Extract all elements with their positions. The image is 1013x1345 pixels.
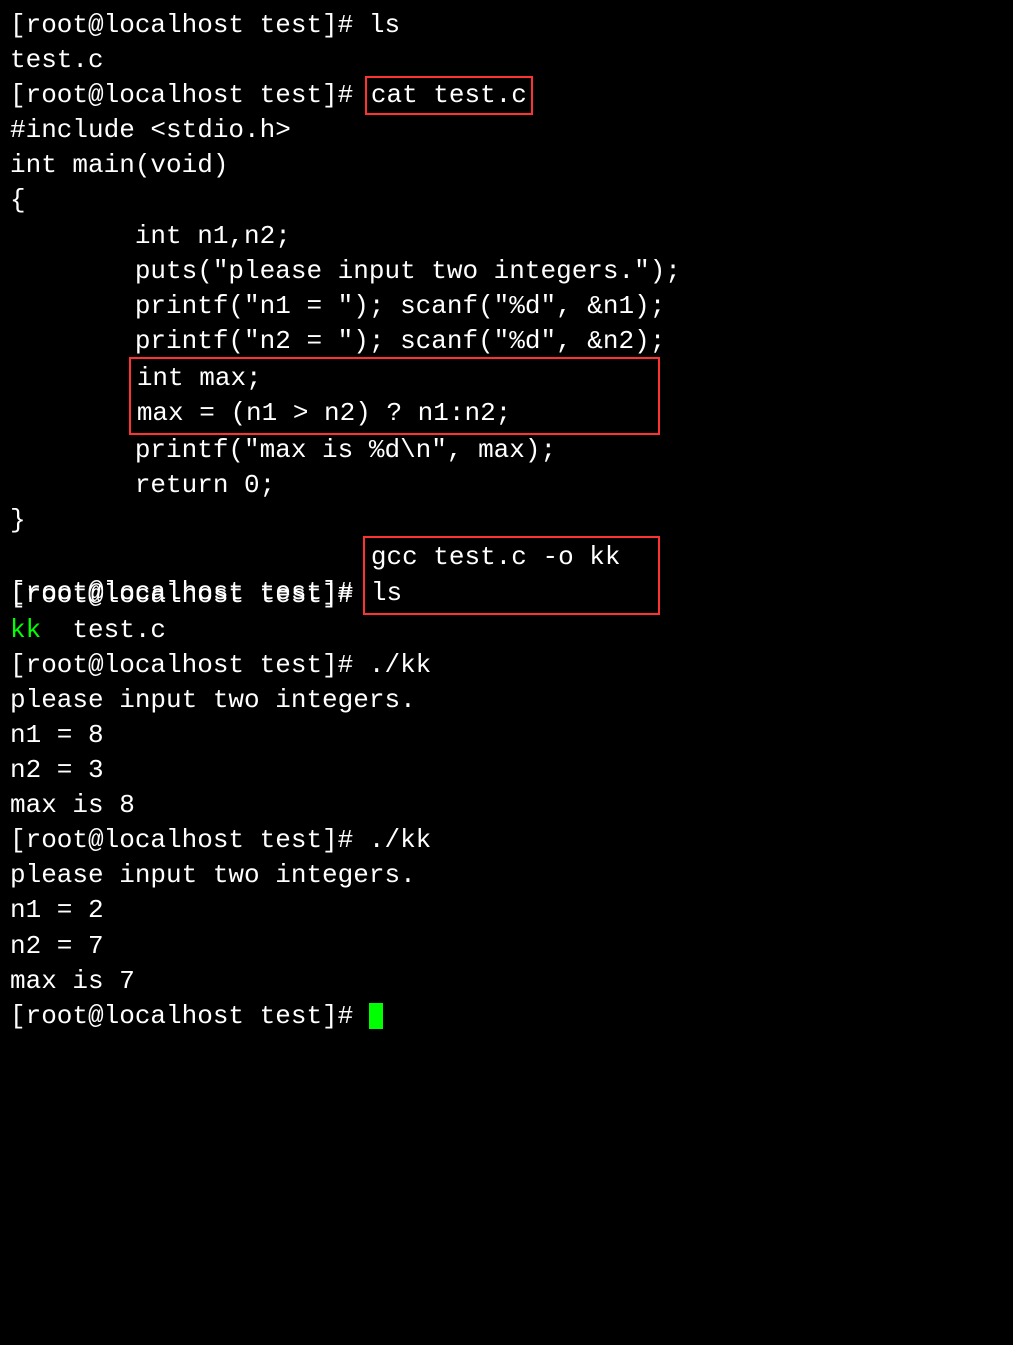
- code-line: puts("please input two integers.");: [10, 254, 1003, 289]
- command-ls: ls: [369, 10, 400, 40]
- terminal-output: [root@localhost test]# ls test.c [root@l…: [10, 8, 1003, 1034]
- code-line: {: [10, 183, 1003, 218]
- code-line: int n1,n2;: [10, 219, 1003, 254]
- shell-prompt: [root@localhost test]#: [10, 10, 369, 40]
- highlight-box: gcc test.c -o kk ls: [363, 536, 660, 614]
- output-line: please input two integers.: [10, 683, 1003, 718]
- code-fragment: max = (n1 > n2) ? n1:n2;: [137, 398, 511, 428]
- code-line: printf("n2 = "); scanf("%d", &n2);: [10, 324, 1003, 359]
- code-line: printf("n1 = "); scanf("%d", &n1);: [10, 289, 1003, 324]
- command-run: ./kk: [369, 825, 431, 855]
- code-fragment: int max;: [137, 363, 262, 393]
- output-line: n2 = 3: [10, 753, 1003, 788]
- code-line: }: [10, 503, 1003, 538]
- code-line: int main(void): [10, 148, 1003, 183]
- shell-prompt: [root@localhost test]#: [10, 1001, 369, 1031]
- output-line: n2 = 7: [10, 929, 1003, 964]
- executable-file: kk: [10, 615, 41, 645]
- shell-prompt: [root@localhost test]#: [10, 650, 369, 680]
- cursor-icon[interactable]: [369, 1003, 383, 1029]
- command-run: ./kk: [369, 650, 431, 680]
- output-line: please input two integers.: [10, 858, 1003, 893]
- command-ls: ls: [371, 578, 402, 608]
- shell-prompt: [root@localhost test]#: [10, 80, 369, 110]
- highlight-box: int max; max = (n1 > n2) ? n1:n2;: [129, 357, 660, 435]
- command-gcc: gcc test.c -o kk: [371, 542, 621, 572]
- command-cat: cat test.c: [371, 80, 527, 110]
- output-line: max is 7: [10, 964, 1003, 999]
- shell-prompt: [root@localhost test]#: [10, 825, 369, 855]
- code-line: return 0;: [10, 468, 1003, 503]
- file-name: test.c: [41, 615, 166, 645]
- code-line: int max; max = (n1 > n2) ? n1:n2;: [10, 359, 1003, 433]
- code-line: printf("max is %d\n", max);: [10, 433, 1003, 468]
- shell-prompt: [root@localhost test]#: [10, 580, 369, 610]
- output-line: max is 8: [10, 788, 1003, 823]
- highlight-box: cat test.c: [365, 76, 533, 115]
- output-line: test.c: [10, 43, 1003, 78]
- output-line: kk test.c: [10, 613, 1003, 648]
- output-line: n1 = 2: [10, 893, 1003, 928]
- code-line: #include <stdio.h>: [10, 113, 1003, 148]
- output-line: n1 = 8: [10, 718, 1003, 753]
